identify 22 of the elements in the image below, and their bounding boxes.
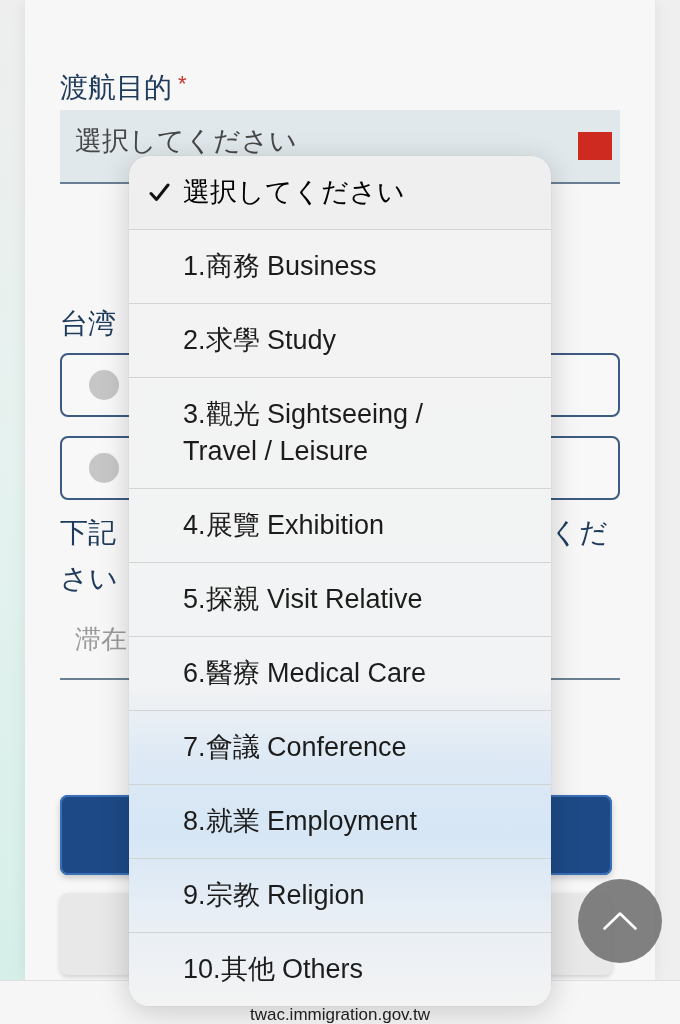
notice-text: くだ <box>550 516 608 550</box>
dropdown-option[interactable]: 選択してください <box>129 156 551 229</box>
dropdown-option[interactable]: 10.其他 Others <box>129 932 551 1006</box>
notice-text: さい <box>60 562 118 596</box>
square-icon <box>578 132 612 160</box>
check-icon <box>149 183 170 202</box>
field-label: 渡航目的 <box>60 71 172 105</box>
dropdown-option[interactable]: 7.會議 Conference <box>129 710 551 784</box>
dropdown-option[interactable]: 8.就業 Employment <box>129 784 551 858</box>
required-asterisk: * <box>178 70 187 98</box>
dropdown-option[interactable]: 5.探親 Visit Relative <box>129 562 551 636</box>
dropdown-option[interactable]: 9.宗教 Religion <box>129 858 551 932</box>
url-text[interactable]: twac.immigration.gov.tw <box>249 1006 431 1024</box>
field-label: 台湾 <box>60 307 116 341</box>
chevron-up-icon <box>603 912 637 930</box>
dropdown-option[interactable]: 1.商務 Business <box>129 229 551 303</box>
dropdown-option[interactable]: 4.展覽 Exhibition <box>129 488 551 562</box>
dropdown-option[interactable]: 6.醫療 Medical Care <box>129 636 551 710</box>
dropdown-option[interactable]: 2.求學 Study <box>129 303 551 377</box>
notice-text: 下記 <box>60 516 116 550</box>
dropdown-option[interactable]: 3.觀光 Sightseeing / Travel / Leisure <box>129 377 551 488</box>
stay-input[interactable]: 滞在 <box>60 602 129 678</box>
